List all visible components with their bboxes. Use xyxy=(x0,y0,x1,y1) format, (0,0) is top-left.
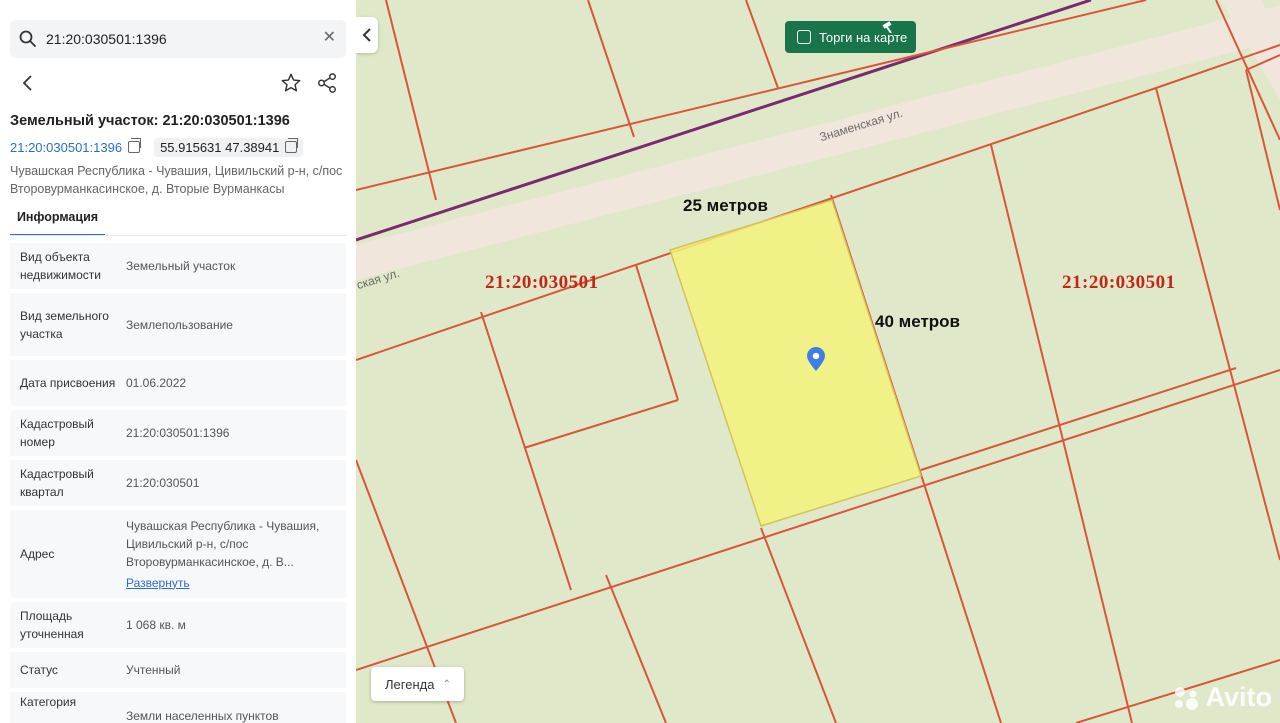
row-value: Земли населенных пунктов xyxy=(126,709,279,723)
row-key: Площадь уточненная xyxy=(20,609,84,641)
avito-watermark: Avito xyxy=(1172,682,1273,713)
chevron-up-icon: ⌃ xyxy=(442,678,451,690)
copy-coords-icon[interactable] xyxy=(285,138,299,153)
share-icon[interactable] xyxy=(316,72,338,94)
row-value: 1 068 кв. м xyxy=(126,618,186,632)
table-row: Статус Учтенный xyxy=(10,652,346,688)
tab-divider xyxy=(10,235,346,236)
row-value: Земельный участок xyxy=(126,259,236,273)
coords-text: 55.915631 47.38941 xyxy=(160,139,280,155)
gavel-icon xyxy=(882,21,892,33)
search-icon xyxy=(19,30,36,47)
row-key: Кадастровый номер xyxy=(20,417,94,449)
row-value: Землепользование xyxy=(126,317,233,332)
legend-button[interactable]: Легенда ⌃ xyxy=(371,667,464,701)
row-value: Чувашская Республика - Чувашия, Цивильск… xyxy=(126,517,336,592)
width-dimension-label: 25 метров xyxy=(683,196,768,215)
row-value: 21:20:030501 xyxy=(126,476,200,490)
table-row: Категория Земли населенных пунктов xyxy=(10,692,346,723)
row-key: Категория xyxy=(20,695,77,709)
chevron-left-icon xyxy=(362,28,371,42)
location-pin-icon[interactable] xyxy=(805,346,827,372)
row-value: 01.06.2022 xyxy=(126,376,187,390)
cadastral-number-link[interactable]: 21:20:030501:1396 xyxy=(10,140,122,155)
row-key: Дата присвоения xyxy=(20,376,116,390)
row-key: Адрес xyxy=(20,547,55,561)
row-key: Кадастровый квартал xyxy=(20,467,94,499)
collapse-panel-button[interactable] xyxy=(356,17,378,53)
back-arrow-icon[interactable] xyxy=(18,72,38,94)
table-row: Кадастровый номер 21:20:030501:1396 xyxy=(10,410,346,456)
search-input[interactable]: 21:20:030501:1396 xyxy=(46,31,167,47)
info-panel: 21:20:030501:1396 ✕ Земельный участок: 2… xyxy=(0,0,356,723)
id-row: 21:20:030501:1396 55.915631 47.38941 xyxy=(10,136,304,158)
info-table: Вид объекта недвижимости Земельный участ… xyxy=(10,243,346,723)
address-value: Чувашская Республика - Чувашия, Цивильск… xyxy=(126,518,320,569)
row-value: Учтенный xyxy=(126,663,181,677)
table-row: Вид объекта недвижимости Земельный участ… xyxy=(10,243,346,289)
tab-information[interactable]: Информация xyxy=(10,208,105,236)
table-row: Адрес Чувашская Республика - Чувашия, Ци… xyxy=(10,510,346,598)
page-title: Земельный участок: 21:20:030501:1396 xyxy=(10,113,290,129)
auctions-toggle-button[interactable]: Торги на карте xyxy=(785,21,916,53)
copy-icon[interactable] xyxy=(128,138,142,153)
legend-label: Легенда xyxy=(385,676,435,692)
row-key: Вид земельного участка xyxy=(20,308,109,341)
row-key: Статус xyxy=(20,663,58,677)
table-row: Площадь уточненная 1 068 кв. м xyxy=(10,602,346,648)
row-value: 21:20:030501:1396 xyxy=(126,426,230,440)
table-row: Вид земельного участка Землепользование xyxy=(10,293,346,356)
panel-toolbar xyxy=(10,68,346,98)
quarter-label-right: 21:20:030501 xyxy=(1062,272,1176,293)
coords-chip[interactable]: 55.915631 47.38941 xyxy=(154,137,304,157)
avito-logo-icon xyxy=(1174,686,1198,710)
parcel-address: Чувашская Республика - Чувашия, Цивильск… xyxy=(10,164,343,196)
length-dimension-label: 40 метров xyxy=(875,312,960,331)
row-key: Вид объекта недвижимости xyxy=(20,250,101,282)
search-bar[interactable]: 21:20:030501:1396 ✕ xyxy=(10,20,346,58)
checkbox[interactable] xyxy=(797,30,811,44)
quarter-label-left: 21:20:030501 xyxy=(485,272,599,293)
table-row: Кадастровый квартал 21:20:030501 xyxy=(10,460,346,506)
map-view[interactable]: Торги на карте Знаменская ул. ская ул. 2… xyxy=(356,0,1280,723)
table-row: Дата присвоения 01.06.2022 xyxy=(10,360,346,406)
clear-icon[interactable]: ✕ xyxy=(323,29,336,47)
expand-link[interactable]: Развернуть xyxy=(126,574,336,592)
watermark-text: Avito xyxy=(1205,682,1273,712)
star-icon[interactable] xyxy=(280,72,302,94)
